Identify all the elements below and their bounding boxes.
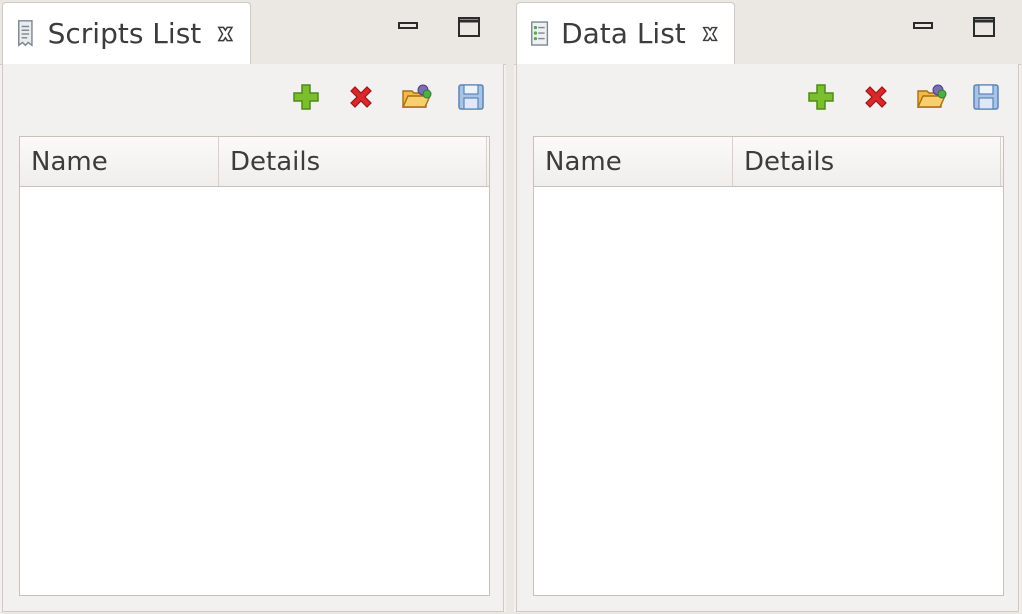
data-list-panel: Data List Name Details xyxy=(514,0,1021,612)
tab-label: Scripts List xyxy=(47,17,202,50)
maximize-icon[interactable] xyxy=(971,14,997,40)
data-list-icon xyxy=(531,20,549,46)
scripts-list-panel: Scripts List Name Details xyxy=(0,0,506,612)
tab-label: Data List xyxy=(561,17,686,50)
add-button[interactable] xyxy=(803,79,839,115)
table-header: Name Details xyxy=(20,137,489,187)
close-icon[interactable] xyxy=(215,23,236,45)
open-button[interactable] xyxy=(913,79,949,115)
minimize-icon[interactable] xyxy=(911,14,937,40)
tab-scripts-list[interactable]: Scripts List xyxy=(2,2,251,64)
add-icon xyxy=(293,84,319,110)
column-header-details[interactable]: Details xyxy=(733,137,1001,186)
table-body[interactable] xyxy=(534,187,1003,595)
table-body[interactable] xyxy=(20,187,489,595)
add-button[interactable] xyxy=(288,79,324,115)
delete-button[interactable] xyxy=(343,79,379,115)
column-header-name[interactable]: Name xyxy=(534,137,733,186)
open-folder-icon xyxy=(916,84,947,108)
column-header-name[interactable]: Name xyxy=(20,137,219,186)
close-icon[interactable] xyxy=(700,23,720,45)
tab-strip: Data List xyxy=(514,0,1021,65)
save-icon xyxy=(458,84,484,110)
scripts-table[interactable]: Name Details xyxy=(19,136,490,596)
maximize-icon[interactable] xyxy=(456,14,482,40)
save-icon xyxy=(973,84,999,110)
open-folder-icon xyxy=(401,84,432,108)
toolbar xyxy=(803,80,1018,114)
delete-icon xyxy=(865,86,887,108)
panel-content: Name Details xyxy=(516,64,1019,612)
save-button[interactable] xyxy=(453,79,489,115)
tab-data-list[interactable]: Data List xyxy=(516,2,735,64)
data-table[interactable]: Name Details xyxy=(533,136,1004,596)
column-header-details[interactable]: Details xyxy=(219,137,487,186)
panel-content: Name Details xyxy=(2,64,504,612)
tab-strip: Scripts List xyxy=(0,0,506,65)
save-button[interactable] xyxy=(968,79,1004,115)
minimize-icon[interactable] xyxy=(396,14,422,40)
delete-button[interactable] xyxy=(858,79,894,115)
script-document-icon xyxy=(18,19,33,47)
delete-icon xyxy=(350,86,372,108)
open-button[interactable] xyxy=(398,79,434,115)
table-header: Name Details xyxy=(534,137,1003,187)
add-icon xyxy=(808,84,834,110)
toolbar xyxy=(288,80,503,114)
